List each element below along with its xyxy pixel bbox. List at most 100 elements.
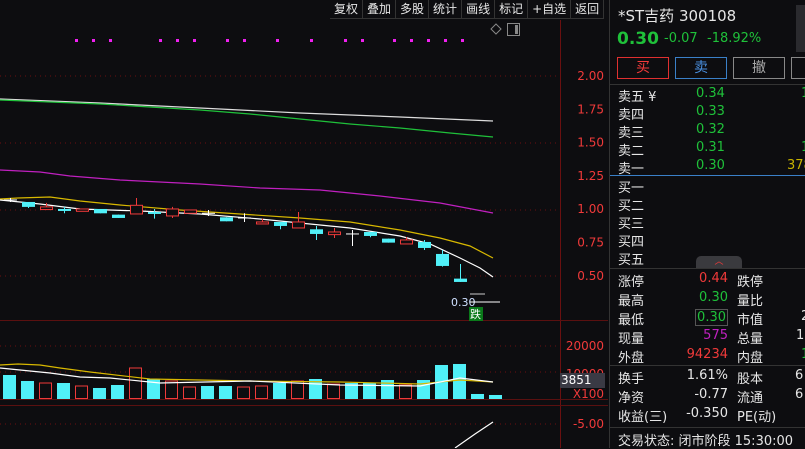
cancel-order-button[interactable]: 撤 bbox=[733, 57, 785, 79]
volume-bar bbox=[237, 386, 250, 400]
stat-label-2: 量比 bbox=[737, 294, 764, 309]
ma-line-yellow bbox=[0, 196, 494, 259]
ma-line-white bbox=[0, 199, 494, 278]
more-button[interactable] bbox=[791, 57, 805, 79]
signal-dot bbox=[109, 39, 112, 42]
bid-label: 买四 bbox=[618, 235, 645, 250]
volume-bar bbox=[39, 382, 52, 400]
volume-bar bbox=[273, 383, 286, 399]
stat-label-2: 市值 bbox=[737, 313, 764, 328]
ask-row[interactable]: 卖一0.30378 bbox=[618, 158, 805, 177]
stat-value: 0.30 bbox=[695, 309, 728, 326]
buy-button[interactable]: 买 bbox=[617, 57, 669, 79]
fundamental-label: 净资 bbox=[618, 391, 645, 406]
volume-tick-label: X100 bbox=[573, 387, 604, 401]
candle-body bbox=[166, 208, 179, 217]
volume-bar bbox=[57, 383, 70, 399]
signal-dot bbox=[461, 39, 464, 42]
down-tag: 跌 bbox=[470, 307, 481, 321]
candle-body bbox=[328, 231, 341, 236]
stat-value: 94234 bbox=[686, 347, 728, 362]
bid-row[interactable]: 买二 bbox=[618, 195, 805, 214]
volume-bar bbox=[129, 367, 142, 399]
fundamental-value-2: 6 bbox=[795, 368, 804, 383]
price-tick-label: 1.50 bbox=[577, 136, 604, 150]
signal-dot bbox=[427, 39, 430, 42]
stat-label-2: 总量 bbox=[737, 332, 764, 347]
last-price: 0.30 bbox=[617, 29, 659, 49]
signal-dot bbox=[410, 39, 413, 42]
bid-row[interactable]: 买四 bbox=[618, 231, 805, 250]
candle-body bbox=[112, 214, 125, 218]
bid-row[interactable]: 买一 bbox=[618, 177, 805, 196]
price-tick-label: 2.00 bbox=[577, 69, 604, 83]
ask-row[interactable]: 卖二 0.31 1 bbox=[618, 140, 805, 159]
stat-value: 575 bbox=[703, 328, 728, 343]
volume-bar bbox=[111, 384, 124, 399]
ask-label: 卖五 ¥ bbox=[618, 90, 657, 105]
fundamental-row: 换手 1.61% 股本 6 bbox=[618, 368, 805, 387]
stat-row: 最低 0.30 市值 2 bbox=[618, 309, 805, 328]
signal-dot bbox=[159, 39, 162, 42]
volume-bar bbox=[255, 385, 268, 400]
volume-bar bbox=[3, 374, 16, 399]
price-tick-label: 1.75 bbox=[577, 102, 604, 116]
ask-volume: 378 bbox=[787, 158, 805, 173]
ask-label: 卖二 bbox=[618, 144, 645, 159]
stat-label-2: 内盘 bbox=[737, 351, 764, 366]
signal-dot bbox=[92, 39, 95, 42]
fundamental-value: -0.350 bbox=[686, 406, 728, 421]
signal-dot bbox=[176, 39, 179, 42]
quote-panel: *ST吉药 300108 0.30 -0.07 -18.92% 买 卖 撤 卖五… bbox=[609, 0, 805, 449]
stat-label: 外盘 bbox=[618, 351, 645, 366]
volume-bar bbox=[201, 386, 214, 399]
panel-toggle-icon-bar bbox=[515, 25, 518, 34]
signal-dot bbox=[310, 39, 313, 42]
volume-current-label: 3851 bbox=[560, 373, 605, 388]
stat-label: 涨停 bbox=[618, 275, 645, 290]
kline-chart[interactable]: 2.001.751.501.251.000.750.502000010000X1… bbox=[0, 0, 608, 448]
fundamental-row: 收益(三) -0.350 PE(动) bbox=[618, 406, 805, 425]
expand-chevron-up-icon[interactable]: ︿ bbox=[696, 256, 742, 268]
signal-dot bbox=[226, 39, 229, 42]
sell-button[interactable]: 卖 bbox=[675, 57, 727, 79]
fundamental-value-2: 6 bbox=[795, 387, 804, 402]
signal-dot bbox=[344, 39, 347, 42]
candle-body bbox=[184, 209, 197, 214]
price-tick-label: 0.50 bbox=[577, 269, 604, 283]
ask-price: 0.32 bbox=[696, 122, 725, 137]
stat-row: 涨停 0.44 跌停 bbox=[618, 271, 805, 290]
ask-price: 0.34 bbox=[696, 86, 725, 101]
stat-value-2: 10 bbox=[796, 328, 805, 343]
volume-bar bbox=[21, 380, 34, 399]
candle-body bbox=[418, 241, 431, 248]
fundamental-label-2: PE(动) bbox=[737, 410, 777, 425]
candle-body bbox=[400, 239, 413, 245]
signal-dot bbox=[361, 39, 364, 42]
stock-title: *ST吉药 300108 bbox=[618, 7, 737, 25]
volume-bar bbox=[327, 383, 340, 400]
side-tab[interactable] bbox=[796, 5, 805, 52]
ask-row[interactable]: 卖五 ¥ 0.34 1 bbox=[618, 86, 805, 105]
bid-label: 买五 bbox=[618, 253, 645, 268]
diamond-icon bbox=[490, 23, 502, 35]
ask-row[interactable]: 卖三 0.32 bbox=[618, 122, 805, 141]
candle-body bbox=[22, 201, 35, 207]
bid-row[interactable]: 买三 bbox=[618, 213, 805, 232]
ask-volume: 1 bbox=[801, 140, 805, 155]
fundamental-label-2: 流通 bbox=[737, 391, 764, 406]
candle-body bbox=[274, 221, 287, 226]
volume-bar bbox=[399, 384, 412, 399]
ma-line-long-green bbox=[0, 99, 494, 138]
bid-label: 买一 bbox=[618, 181, 645, 196]
candle-body bbox=[382, 238, 395, 243]
indicator-tick-label: -5.00 bbox=[573, 417, 604, 431]
ma-line-long-white bbox=[0, 98, 494, 122]
candle-body bbox=[454, 278, 467, 282]
volume-bar bbox=[183, 386, 196, 400]
ask-price: 0.31 bbox=[696, 140, 725, 155]
stat-label: 最低 bbox=[618, 313, 645, 328]
ask-label: 卖三 bbox=[618, 126, 645, 141]
bid-label: 买二 bbox=[618, 199, 645, 214]
ask-row[interactable]: 卖四 0.33 bbox=[618, 104, 805, 123]
